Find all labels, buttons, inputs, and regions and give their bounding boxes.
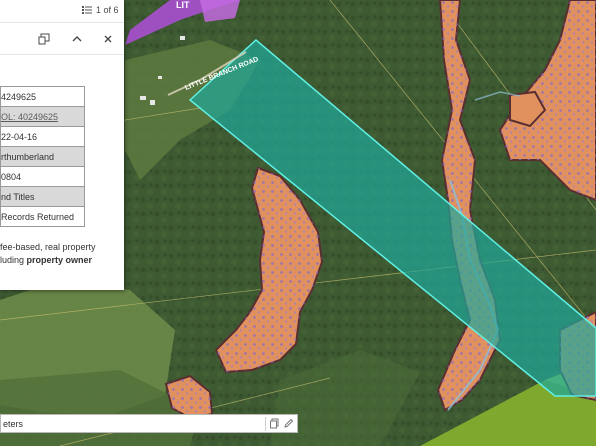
close-icon[interactable] — [102, 33, 114, 45]
attribute-value: 22-04-16 — [0, 126, 85, 147]
table-row: 0804 — [0, 166, 85, 187]
description-text: luding — [0, 255, 27, 265]
chevron-up-icon[interactable] — [71, 33, 83, 45]
popup-pager-bar: 1 of 6 — [0, 0, 124, 23]
edit-icon[interactable] — [283, 418, 294, 429]
attribute-value: 4249625 — [0, 86, 85, 107]
list-icon[interactable] — [82, 5, 92, 15]
dock-icon[interactable] — [38, 33, 50, 45]
table-row: nd Titles — [0, 186, 85, 207]
attribute-value: rthumberland — [0, 146, 85, 167]
popup-description: fee-based, real property luding property… — [0, 241, 124, 267]
attribute-value: 0804 — [0, 166, 85, 187]
pid-link[interactable]: OL: 40249625 — [2, 112, 59, 122]
popup-header — [0, 24, 124, 55]
attribute-table: 4249625 OL: 40249625 22-04-16 rthumberla… — [0, 86, 85, 227]
copy-icon[interactable] — [269, 418, 280, 429]
description-emphasis: property owner — [26, 255, 93, 265]
feature-pager[interactable]: 1 of 6 — [82, 5, 119, 15]
scale-divider — [265, 417, 266, 431]
table-row: Records Returned — [0, 206, 85, 227]
place-label: LIT — [176, 0, 190, 10]
feature-popup: 1 of 6 4249625 OL: 40249625 22-04-16 rth… — [0, 0, 124, 290]
table-row: rthumberland — [0, 146, 85, 167]
description-line: luding property owner — [0, 254, 124, 267]
table-row: 4249625 — [0, 86, 85, 107]
scale-bar: eters — [0, 414, 298, 433]
table-row: OL: 40249625 — [0, 106, 85, 127]
table-row: 22-04-16 — [0, 126, 85, 147]
scale-label: eters — [3, 419, 24, 429]
attribute-value[interactable]: OL: 40249625 — [0, 106, 85, 127]
pager-count: 1 of 6 — [96, 5, 119, 15]
description-line: fee-based, real property — [0, 242, 96, 252]
attribute-value: Records Returned — [0, 206, 85, 227]
attribute-value: nd Titles — [0, 186, 85, 207]
